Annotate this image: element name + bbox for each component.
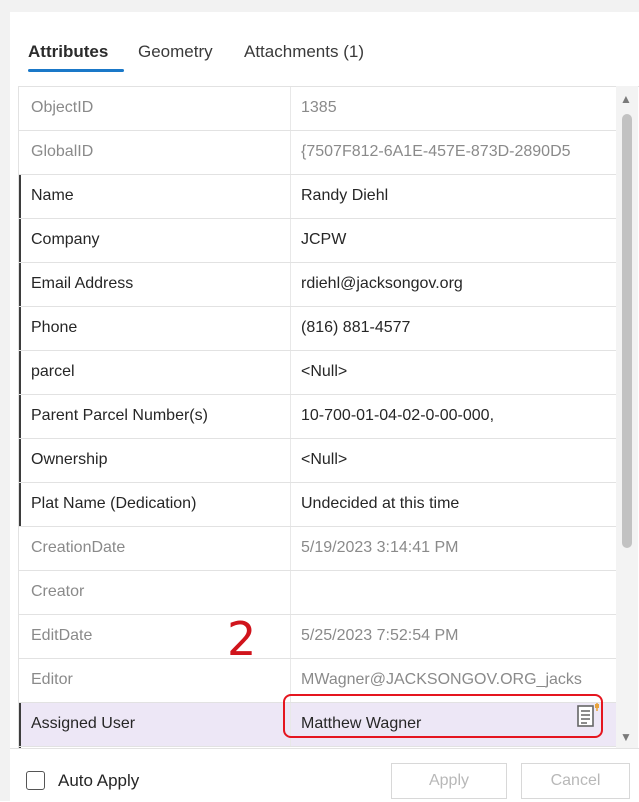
highlight-box [283, 694, 603, 738]
column-divider [290, 351, 291, 394]
field-name: Email Address [31, 275, 134, 292]
field-name: CreationDate [31, 539, 126, 556]
attribute-row-ownership[interactable]: Ownership <Null> [19, 439, 617, 483]
field-value[interactable]: <Null> [301, 451, 611, 469]
editable-marker [19, 307, 21, 350]
left-strip [0, 12, 10, 801]
field-name: Ownership [31, 451, 108, 468]
field-name: Phone [31, 319, 78, 336]
chevron-down-icon[interactable]: ▼ [620, 730, 632, 744]
editable-marker [19, 483, 21, 526]
field-value[interactable]: Undecided at this time [301, 495, 611, 513]
field-value: 1385 [301, 99, 337, 116]
field-name: Parent Parcel Number(s) [31, 407, 208, 424]
field-value: 5/25/2023 7:52:54 PM [301, 627, 459, 644]
column-divider [290, 87, 291, 130]
attribute-row-email[interactable]: Email Address rdiehl@jacksongov.org [19, 263, 617, 307]
attribute-row-company[interactable]: Company JCPW [19, 219, 617, 263]
scrollbar-thumb[interactable] [622, 114, 632, 548]
field-value[interactable]: JCPW [301, 231, 611, 249]
field-name: Company [31, 231, 100, 248]
field-name: Editor [31, 671, 73, 688]
field-value: {7507F812-6A1E-457E-873D-2890D5 [301, 143, 571, 160]
step-annotation: 2 [227, 612, 257, 666]
column-divider [290, 571, 291, 614]
editable-marker [19, 395, 21, 438]
column-divider [290, 175, 291, 218]
editable-marker [19, 219, 21, 262]
footer-bar: Auto Apply Apply Cancel [10, 748, 639, 802]
field-value[interactable]: (816) 881-4577 [301, 319, 611, 337]
column-divider [290, 263, 291, 306]
editable-marker [19, 703, 21, 746]
field-value[interactable]: rdiehl@jacksongov.org [301, 275, 611, 293]
auto-apply-checkbox[interactable] [26, 771, 45, 790]
cancel-button[interactable]: Cancel [521, 763, 630, 799]
attribute-grid: ObjectID 1385 GlobalID {7507F812-6A1E-45… [18, 86, 639, 749]
chevron-up-icon[interactable]: ▲ [620, 92, 632, 106]
column-divider [290, 219, 291, 262]
field-name: Assigned User [31, 715, 136, 732]
field-value[interactable]: 10-700-01-04-02-0-00-000, [301, 407, 611, 425]
column-divider [290, 483, 291, 526]
tab-geometry[interactable]: Geometry [138, 42, 213, 62]
column-divider [290, 131, 291, 174]
column-divider [290, 527, 291, 570]
auto-apply-label[interactable]: Auto Apply [58, 771, 139, 791]
column-divider [290, 615, 291, 658]
attribute-row-plat-name[interactable]: Plat Name (Dedication) Undecided at this… [19, 483, 617, 527]
attribute-row-parcel[interactable]: parcel <Null> [19, 351, 617, 395]
attribute-row-editdate[interactable]: EditDate 5/25/2023 7:52:54 PM [19, 615, 617, 659]
attribute-row-creationdate[interactable]: CreationDate 5/19/2023 3:14:41 PM [19, 527, 617, 571]
column-divider [290, 395, 291, 438]
top-strip [0, 0, 639, 12]
field-name: Creator [31, 583, 85, 600]
active-tab-indicator [28, 69, 124, 72]
attribute-row-objectid[interactable]: ObjectID 1385 [19, 87, 617, 131]
field-value[interactable]: Randy Diehl [301, 187, 611, 205]
column-divider [290, 307, 291, 350]
field-value: 5/19/2023 3:14:41 PM [301, 539, 459, 556]
edit-field-icon[interactable] [576, 703, 600, 729]
field-value[interactable]: <Null> [301, 363, 611, 381]
tab-attachments[interactable]: Attachments (1) [244, 42, 364, 62]
column-divider [290, 439, 291, 482]
attribute-row-parent-parcel[interactable]: Parent Parcel Number(s) 10-700-01-04-02-… [19, 395, 617, 439]
editable-marker [19, 175, 21, 218]
field-name: GlobalID [31, 143, 94, 160]
field-value: MWagner@JACKSONGOV.ORG_jacks [301, 671, 582, 688]
attribute-row-name[interactable]: Name Randy Diehl [19, 175, 617, 219]
attribute-row-creator[interactable]: Creator [19, 571, 617, 615]
editable-marker [19, 263, 21, 306]
attribute-row-globalid[interactable]: GlobalID {7507F812-6A1E-457E-873D-2890D5 [19, 131, 617, 175]
editable-marker [19, 439, 21, 482]
field-name: ObjectID [31, 99, 94, 116]
field-name: parcel [31, 363, 75, 380]
editable-marker [19, 351, 21, 394]
attribute-row-phone[interactable]: Phone (816) 881-4577 [19, 307, 617, 351]
tab-attributes[interactable]: Attributes [28, 42, 108, 62]
field-name: EditDate [31, 627, 93, 644]
field-name: Name [31, 187, 74, 204]
field-name: Plat Name (Dedication) [31, 495, 197, 512]
apply-button[interactable]: Apply [391, 763, 507, 799]
